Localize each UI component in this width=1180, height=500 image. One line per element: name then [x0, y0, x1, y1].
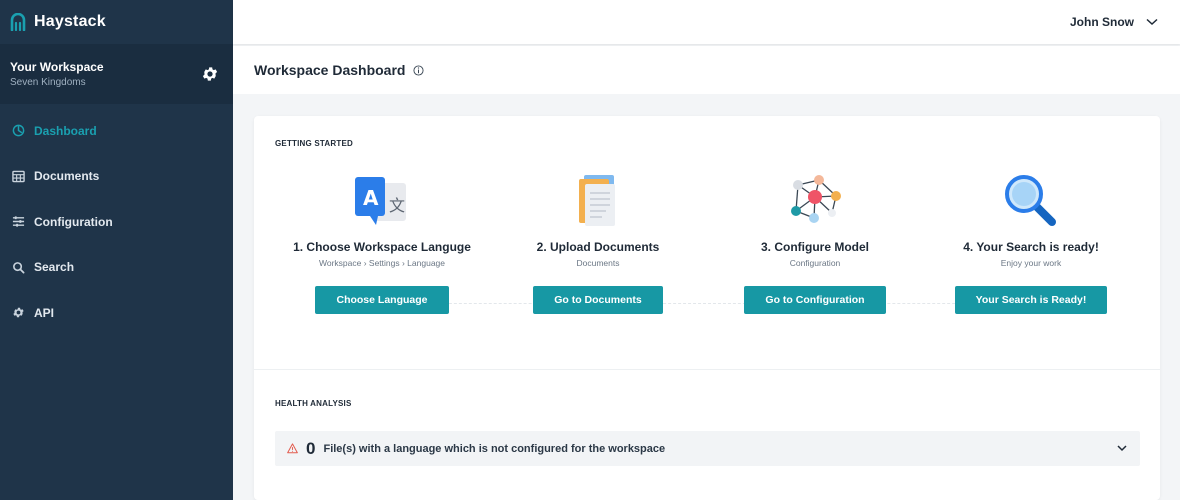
- sidebar-item-label: Search: [34, 260, 75, 275]
- brand[interactable]: Haystack: [0, 0, 233, 44]
- step-subtitle: Workspace › Settings › Language: [319, 258, 445, 268]
- documents-illustration-icon: [488, 172, 708, 230]
- sidebar-item-label: Documents: [34, 169, 100, 184]
- sidebar-item-api[interactable]: API: [0, 290, 233, 336]
- health-analysis-title: HEALTH ANALYSIS: [275, 399, 352, 408]
- workspace-info: Your Workspace Seven Kingdoms: [10, 60, 104, 88]
- getting-started-title: GETTING STARTED: [275, 139, 353, 148]
- search-icon: [13, 261, 25, 274]
- step-search-ready: 4. Your Search is ready! Enjoy your work…: [921, 172, 1141, 314]
- page-title: Workspace Dashboard: [254, 62, 406, 78]
- step-subtitle: Enjoy your work: [1000, 258, 1062, 268]
- dashboard-card: GETTING STARTED 文 A 1. Choose Workspace …: [254, 116, 1160, 500]
- step-configure-model: 3. Configure Model Configuration Go to C…: [705, 172, 925, 314]
- dashboard-icon: [12, 124, 25, 137]
- gear-icon[interactable]: [201, 65, 219, 83]
- step-subtitle: Documents: [576, 258, 620, 268]
- workspace-title: Your Workspace: [10, 60, 104, 74]
- workspace-panel: Your Workspace Seven Kingdoms: [0, 44, 233, 104]
- step-title: 2. Upload Documents: [536, 240, 660, 254]
- step-title: 1. Choose Workspace Languge: [293, 240, 471, 254]
- sidebar-nav: Dashboard Documents Configuration Search…: [0, 108, 233, 336]
- api-icon: [13, 307, 24, 318]
- sidebar-item-label: Configuration: [34, 214, 113, 229]
- magnifier-icon: [921, 172, 1141, 230]
- user-menu[interactable]: John Snow: [1070, 15, 1158, 29]
- user-name: John Snow: [1070, 15, 1134, 29]
- svg-text:A: A: [363, 186, 379, 210]
- documents-icon: [12, 170, 25, 183]
- step-upload-documents: 2. Upload Documents Documents Go to Docu…: [488, 172, 708, 314]
- sidebar: Haystack Your Workspace Seven Kingdoms D…: [0, 0, 233, 500]
- step-title: 3. Configure Model: [761, 240, 869, 254]
- translate-icon: 文 A: [272, 172, 492, 230]
- haystack-logo-icon: [10, 13, 26, 31]
- workspace-subtitle: Seven Kingdoms: [10, 77, 86, 88]
- chevron-down-icon[interactable]: [1116, 442, 1128, 454]
- step-title: 4. Your Search is ready!: [963, 240, 1099, 254]
- sidebar-item-configuration[interactable]: Configuration: [0, 199, 233, 245]
- sidebar-item-documents[interactable]: Documents: [0, 154, 233, 200]
- step-subtitle: Configuration: [789, 258, 841, 268]
- health-issue-row[interactable]: 0 File(s) with a language which is not c…: [275, 431, 1140, 466]
- app-name: Haystack: [34, 13, 106, 30]
- topbar: John Snow: [233, 0, 1180, 44]
- go-to-documents-button[interactable]: Go to Documents: [533, 286, 663, 314]
- svg-text:文: 文: [389, 196, 405, 215]
- go-to-configuration-button[interactable]: Go to Configuration: [744, 286, 886, 314]
- health-issue-count: 0: [306, 438, 316, 458]
- search-ready-button[interactable]: Your Search is Ready!: [954, 286, 1108, 314]
- sidebar-item-dashboard[interactable]: Dashboard: [0, 108, 233, 154]
- info-icon[interactable]: [413, 64, 425, 76]
- health-issue-text: File(s) with a language which is not con…: [323, 442, 666, 455]
- sidebar-item-search[interactable]: Search: [0, 245, 233, 291]
- page-header: Workspace Dashboard: [233, 46, 1180, 94]
- configuration-icon: [12, 216, 25, 227]
- network-model-icon: [705, 172, 925, 230]
- section-divider: [254, 369, 1160, 370]
- step-choose-language: 文 A 1. Choose Workspace Languge Workspac…: [272, 172, 492, 314]
- chevron-down-icon: [1146, 18, 1158, 26]
- sidebar-item-label: Dashboard: [34, 123, 97, 138]
- choose-language-button[interactable]: Choose Language: [315, 286, 449, 314]
- warning-icon: [287, 443, 298, 454]
- sidebar-item-label: API: [34, 305, 55, 320]
